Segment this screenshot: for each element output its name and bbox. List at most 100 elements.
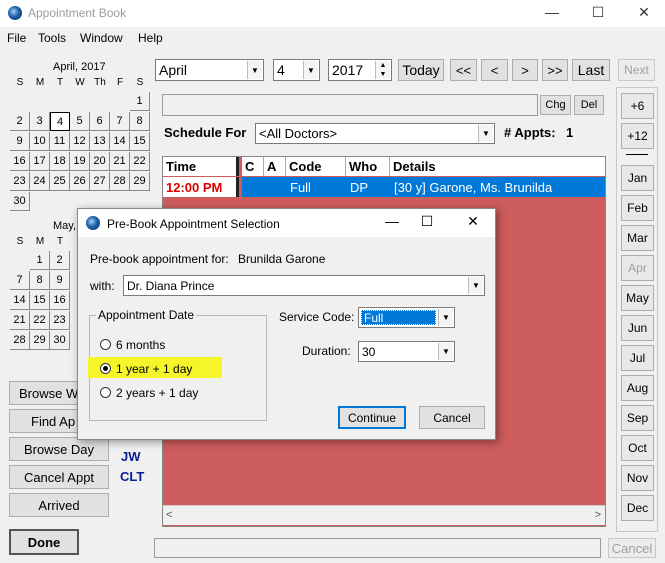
calendar-may-day[interactable]: 2 bbox=[50, 251, 70, 270]
provider-code-jw[interactable]: JW bbox=[121, 449, 141, 464]
menu-help[interactable]: Help bbox=[138, 31, 163, 45]
doctor-select[interactable]: <All Doctors> ▼ bbox=[255, 123, 495, 144]
month-button-nov[interactable]: Nov bbox=[621, 465, 654, 491]
calendar-april-day[interactable]: 5 bbox=[70, 112, 90, 131]
menu-file[interactable]: File bbox=[7, 31, 26, 45]
calendar-april-day[interactable]: 21 bbox=[110, 152, 130, 171]
column-c[interactable]: C bbox=[242, 157, 264, 176]
service-code-select[interactable]: Full ▼ bbox=[358, 307, 455, 328]
spin-up-icon[interactable]: ▲ bbox=[375, 61, 390, 70]
duration-select[interactable]: 30 ▼ bbox=[358, 341, 455, 362]
note-field[interactable] bbox=[162, 94, 538, 116]
calendar-may-day[interactable]: 16 bbox=[50, 291, 70, 310]
calendar-may-day[interactable]: 23 bbox=[50, 311, 70, 330]
option-6-months-radio[interactable] bbox=[100, 339, 111, 350]
menu-window[interactable]: Window bbox=[80, 31, 123, 45]
calendar-may-day[interactable]: 9 bbox=[50, 271, 70, 290]
calendar-april-day[interactable]: 28 bbox=[110, 172, 130, 191]
month-button-feb[interactable]: Feb bbox=[621, 195, 654, 221]
column-details[interactable]: Details bbox=[390, 157, 605, 176]
del-button[interactable]: Del bbox=[574, 95, 604, 115]
chevron-down-icon[interactable]: ▼ bbox=[247, 61, 262, 79]
plus6-button[interactable]: +6 bbox=[621, 93, 654, 119]
month-button-aug[interactable]: Aug bbox=[621, 375, 654, 401]
chevron-down-icon[interactable]: ▼ bbox=[438, 343, 453, 360]
month-select[interactable]: April ▼ bbox=[155, 59, 264, 81]
option-1-year-radio[interactable] bbox=[100, 363, 111, 374]
chevron-down-icon[interactable]: ▼ bbox=[468, 277, 483, 294]
scroll-right-icon[interactable]: > bbox=[595, 509, 601, 521]
calendar-april-day[interactable]: 16 bbox=[10, 152, 30, 171]
prev-button[interactable]: < bbox=[481, 59, 508, 81]
calendar-may-day[interactable]: 1 bbox=[30, 251, 50, 270]
calendar-may-day[interactable]: 30 bbox=[50, 331, 70, 350]
browse-day-button[interactable]: Browse Day bbox=[9, 437, 109, 461]
calendar-may-day[interactable]: 14 bbox=[10, 291, 30, 310]
calendar-april-day[interactable]: 18 bbox=[50, 152, 70, 171]
column-time[interactable]: Time bbox=[163, 157, 239, 176]
continue-button[interactable]: Continue bbox=[338, 406, 406, 429]
menu-tools[interactable]: Tools bbox=[38, 31, 66, 45]
option-1-year-label[interactable]: 1 year + 1 day bbox=[116, 362, 192, 376]
calendar-april-day[interactable]: 19 bbox=[70, 152, 90, 171]
month-button-may[interactable]: May bbox=[621, 285, 654, 311]
calendar-may-day[interactable]: 28 bbox=[10, 331, 30, 350]
calendar-april-day[interactable]: 1 bbox=[130, 92, 150, 111]
calendar-april-day[interactable]: 15 bbox=[130, 132, 150, 151]
cancel-disabled-button[interactable]: Cancel bbox=[608, 538, 656, 558]
calendar-april-day[interactable]: 7 bbox=[110, 112, 130, 131]
cancel-appt-button[interactable]: Cancel Appt bbox=[9, 465, 109, 489]
calendar-april-day[interactable]: 22 bbox=[130, 152, 150, 171]
calendar-may-day[interactable]: 29 bbox=[30, 331, 50, 350]
calendar-april-day[interactable]: 23 bbox=[10, 172, 30, 191]
prev-prev-button[interactable]: << bbox=[450, 59, 477, 81]
dialog-maximize-button[interactable]: ☐ bbox=[412, 213, 442, 230]
calendar-april-day[interactable]: 13 bbox=[90, 132, 110, 151]
maximize-button[interactable]: ☐ bbox=[578, 4, 618, 24]
calendar-april-day[interactable]: 12 bbox=[70, 132, 90, 151]
calendar-april-day[interactable]: 27 bbox=[90, 172, 110, 191]
calendar-april-day[interactable]: 14 bbox=[110, 132, 130, 151]
dialog-minimize-button[interactable]: — bbox=[377, 213, 407, 229]
dialog-cancel-button[interactable]: Cancel bbox=[419, 406, 485, 429]
calendar-may-day[interactable]: 22 bbox=[30, 311, 50, 330]
calendar-april-day[interactable]: 29 bbox=[130, 172, 150, 191]
next-next-button[interactable]: >> bbox=[542, 59, 568, 81]
month-button-oct[interactable]: Oct bbox=[621, 435, 654, 461]
plus12-button[interactable]: +12 bbox=[621, 123, 654, 149]
chevron-down-icon[interactable]: ▼ bbox=[303, 61, 318, 79]
calendar-april-day[interactable]: 25 bbox=[50, 172, 70, 191]
calendar-april-day[interactable]: 20 bbox=[90, 152, 110, 171]
calendar-april-day[interactable]: 10 bbox=[30, 132, 50, 151]
calendar-april-day[interactable]: 6 bbox=[90, 112, 110, 131]
minimize-button[interactable]: — bbox=[532, 4, 572, 24]
today-button[interactable]: Today bbox=[398, 59, 444, 81]
calendar-april-day[interactable]: 4 bbox=[50, 112, 70, 131]
last-button[interactable]: Last bbox=[572, 59, 610, 81]
month-button-sep[interactable]: Sep bbox=[621, 405, 654, 431]
next-disabled-button[interactable]: Next bbox=[618, 59, 655, 81]
column-a[interactable]: A bbox=[264, 157, 286, 176]
spin-down-icon[interactable]: ▼ bbox=[375, 70, 390, 79]
calendar-may-day[interactable]: 8 bbox=[30, 271, 50, 290]
chg-button[interactable]: Chg bbox=[540, 95, 571, 115]
column-who[interactable]: Who bbox=[346, 157, 390, 176]
calendar-may-day[interactable]: 15 bbox=[30, 291, 50, 310]
calendar-april-day[interactable]: 17 bbox=[30, 152, 50, 171]
month-button-dec[interactable]: Dec bbox=[621, 495, 654, 521]
day-select[interactable]: 4 ▼ bbox=[273, 59, 320, 81]
provider-select[interactable]: Dr. Diana Prince ▼ bbox=[123, 275, 485, 296]
calendar-april-day[interactable]: 11 bbox=[50, 132, 70, 151]
calendar-april-day[interactable]: 2 bbox=[10, 112, 30, 131]
month-button-mar[interactable]: Mar bbox=[621, 225, 654, 251]
month-button-jan[interactable]: Jan bbox=[621, 165, 654, 191]
calendar-april-day[interactable]: 3 bbox=[30, 112, 50, 131]
calendar-may-day[interactable]: 7 bbox=[10, 271, 30, 290]
close-button[interactable]: ✕ bbox=[624, 4, 664, 24]
done-button[interactable]: Done bbox=[9, 529, 79, 555]
month-button-apr[interactable]: Apr bbox=[621, 255, 654, 281]
option-6-months-label[interactable]: 6 months bbox=[116, 338, 165, 352]
next-button[interactable]: > bbox=[512, 59, 538, 81]
calendar-april-day[interactable]: 8 bbox=[130, 112, 150, 131]
calendar-april-day[interactable]: 9 bbox=[10, 132, 30, 151]
